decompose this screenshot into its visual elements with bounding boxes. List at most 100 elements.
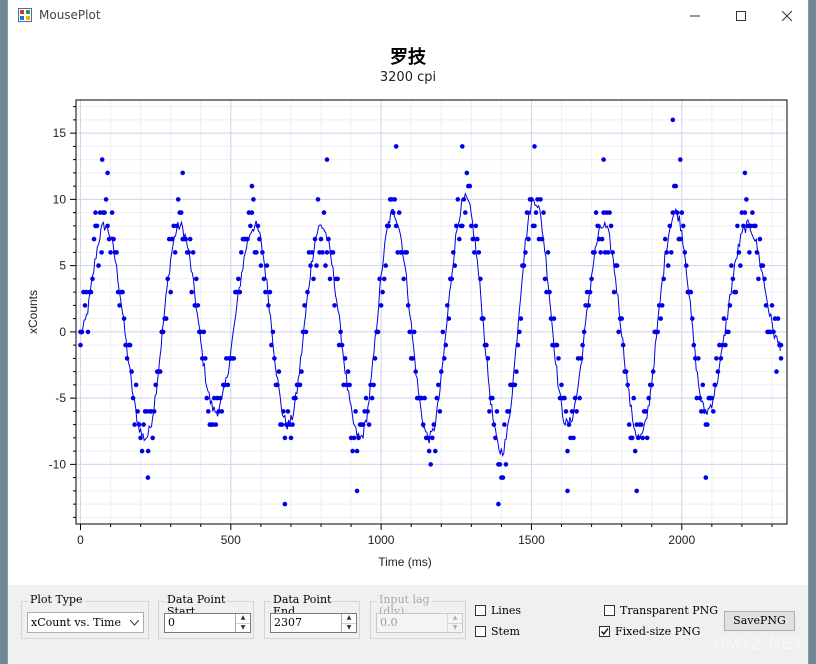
data-point: [437, 409, 443, 414]
data-point: [378, 303, 384, 308]
data-point: [678, 157, 683, 162]
end-input[interactable]: 2307 ▲ ▼: [270, 613, 357, 633]
data-point: [190, 250, 196, 255]
data-point: [491, 422, 497, 427]
minimize-button[interactable]: [672, 0, 718, 31]
data-point: [174, 223, 179, 229]
data-point: [245, 236, 250, 242]
close-button[interactable]: [764, 0, 808, 31]
x-tick-label: 500: [221, 533, 241, 547]
data-point: [742, 170, 748, 176]
data-point: [593, 210, 599, 215]
series-line: [80, 192, 781, 458]
data-point: [94, 223, 100, 229]
save-png-button[interactable]: SavePNG: [724, 611, 795, 631]
data-point: [120, 289, 125, 295]
start-spinner[interactable]: ▲ ▼: [235, 614, 250, 632]
maximize-button[interactable]: [718, 0, 764, 31]
title-bar[interactable]: MousePlot: [8, 0, 808, 31]
fixed-size-png-box[interactable]: [599, 626, 610, 637]
window-title: MousePlot: [39, 8, 101, 22]
data-point: [78, 342, 83, 348]
data-point: [696, 356, 701, 361]
data-point: [502, 422, 507, 427]
data-point: [727, 303, 733, 308]
data-point: [139, 448, 145, 454]
data-point: [407, 329, 413, 335]
transparent-png-checkbox[interactable]: Transparent PNG: [604, 604, 718, 617]
data-point: [526, 236, 531, 242]
data-point: [354, 488, 360, 494]
spin-up-icon[interactable]: ▲: [342, 614, 356, 623]
data-point: [410, 356, 416, 361]
data-point: [595, 223, 600, 229]
data-point: [270, 329, 276, 335]
data-point: [169, 236, 175, 242]
data-point: [778, 356, 784, 361]
lines-checkbox[interactable]: Lines: [475, 604, 521, 617]
data-point: [775, 316, 781, 321]
data-point: [102, 210, 107, 215]
data-point: [282, 501, 288, 507]
spin-down-icon[interactable]: ▼: [342, 622, 356, 633]
data-point: [625, 382, 630, 388]
data-point: [411, 329, 417, 335]
data-point: [345, 369, 351, 374]
data-point: [631, 395, 636, 401]
data-point: [311, 276, 316, 282]
data-point: [688, 289, 694, 295]
start-input[interactable]: 0 ▲ ▼: [164, 613, 251, 633]
spin-down-icon[interactable]: ▼: [236, 622, 250, 633]
data-point: [503, 462, 509, 467]
data-point: [545, 250, 551, 255]
data-point: [163, 316, 169, 321]
stem-checkbox[interactable]: Stem: [475, 625, 520, 638]
data-point: [225, 382, 231, 388]
spin-up-icon[interactable]: ▲: [236, 614, 250, 623]
data-point: [619, 316, 624, 321]
data-point: [326, 236, 331, 242]
data-point: [736, 250, 742, 255]
plot-type-group: Plot Type xCount vs. Time: [21, 594, 149, 639]
stem-box[interactable]: [475, 626, 486, 637]
fixed-size-png-checkbox[interactable]: Fixed-size PNG: [599, 625, 700, 638]
data-point: [635, 435, 641, 441]
start-group: Data Point Start 0 ▲ ▼: [158, 594, 254, 639]
data-point: [150, 435, 155, 441]
data-point: [747, 250, 752, 255]
end-spinner[interactable]: ▲ ▼: [341, 614, 356, 632]
minimize-icon: [690, 15, 700, 16]
data-point: [321, 210, 327, 215]
data-point: [565, 488, 570, 494]
data-point: [512, 382, 518, 388]
plot-area[interactable]: 罗技 3200 cpi 0 500 1000 1500 2000 -10 -5 0 5 10 15 …: [8, 31, 808, 585]
data-point: [442, 356, 447, 361]
y-tick-label: 0: [59, 325, 66, 339]
data-point: [430, 435, 435, 441]
chart-svg: 0 500 1000 1500 2000 -10 -5 0 5 10 15 Time (ms) xC…: [26, 99, 788, 569]
data-point: [365, 409, 370, 414]
data-point: [218, 395, 223, 401]
plot-type-select[interactable]: xCount vs. Time: [27, 612, 144, 633]
data-point: [644, 435, 650, 441]
data-point: [730, 276, 736, 282]
data-point: [679, 210, 685, 215]
data-point: [702, 409, 707, 414]
lines-box[interactable]: [475, 605, 486, 616]
data-point: [281, 409, 286, 414]
data-point: [556, 356, 561, 361]
x-tick-label: 1500: [518, 533, 545, 547]
data-point: [598, 250, 603, 255]
data-point: [99, 250, 104, 255]
data-point: [538, 197, 543, 202]
data-point: [565, 448, 570, 454]
data-point: [114, 250, 119, 255]
data-point: [183, 236, 188, 242]
data-point: [614, 263, 620, 268]
data-point: [160, 329, 166, 335]
data-point: [127, 342, 133, 348]
series-markers: [78, 117, 784, 507]
data-point: [524, 210, 530, 215]
transparent-png-box[interactable]: [604, 605, 615, 616]
data-point: [405, 303, 411, 308]
